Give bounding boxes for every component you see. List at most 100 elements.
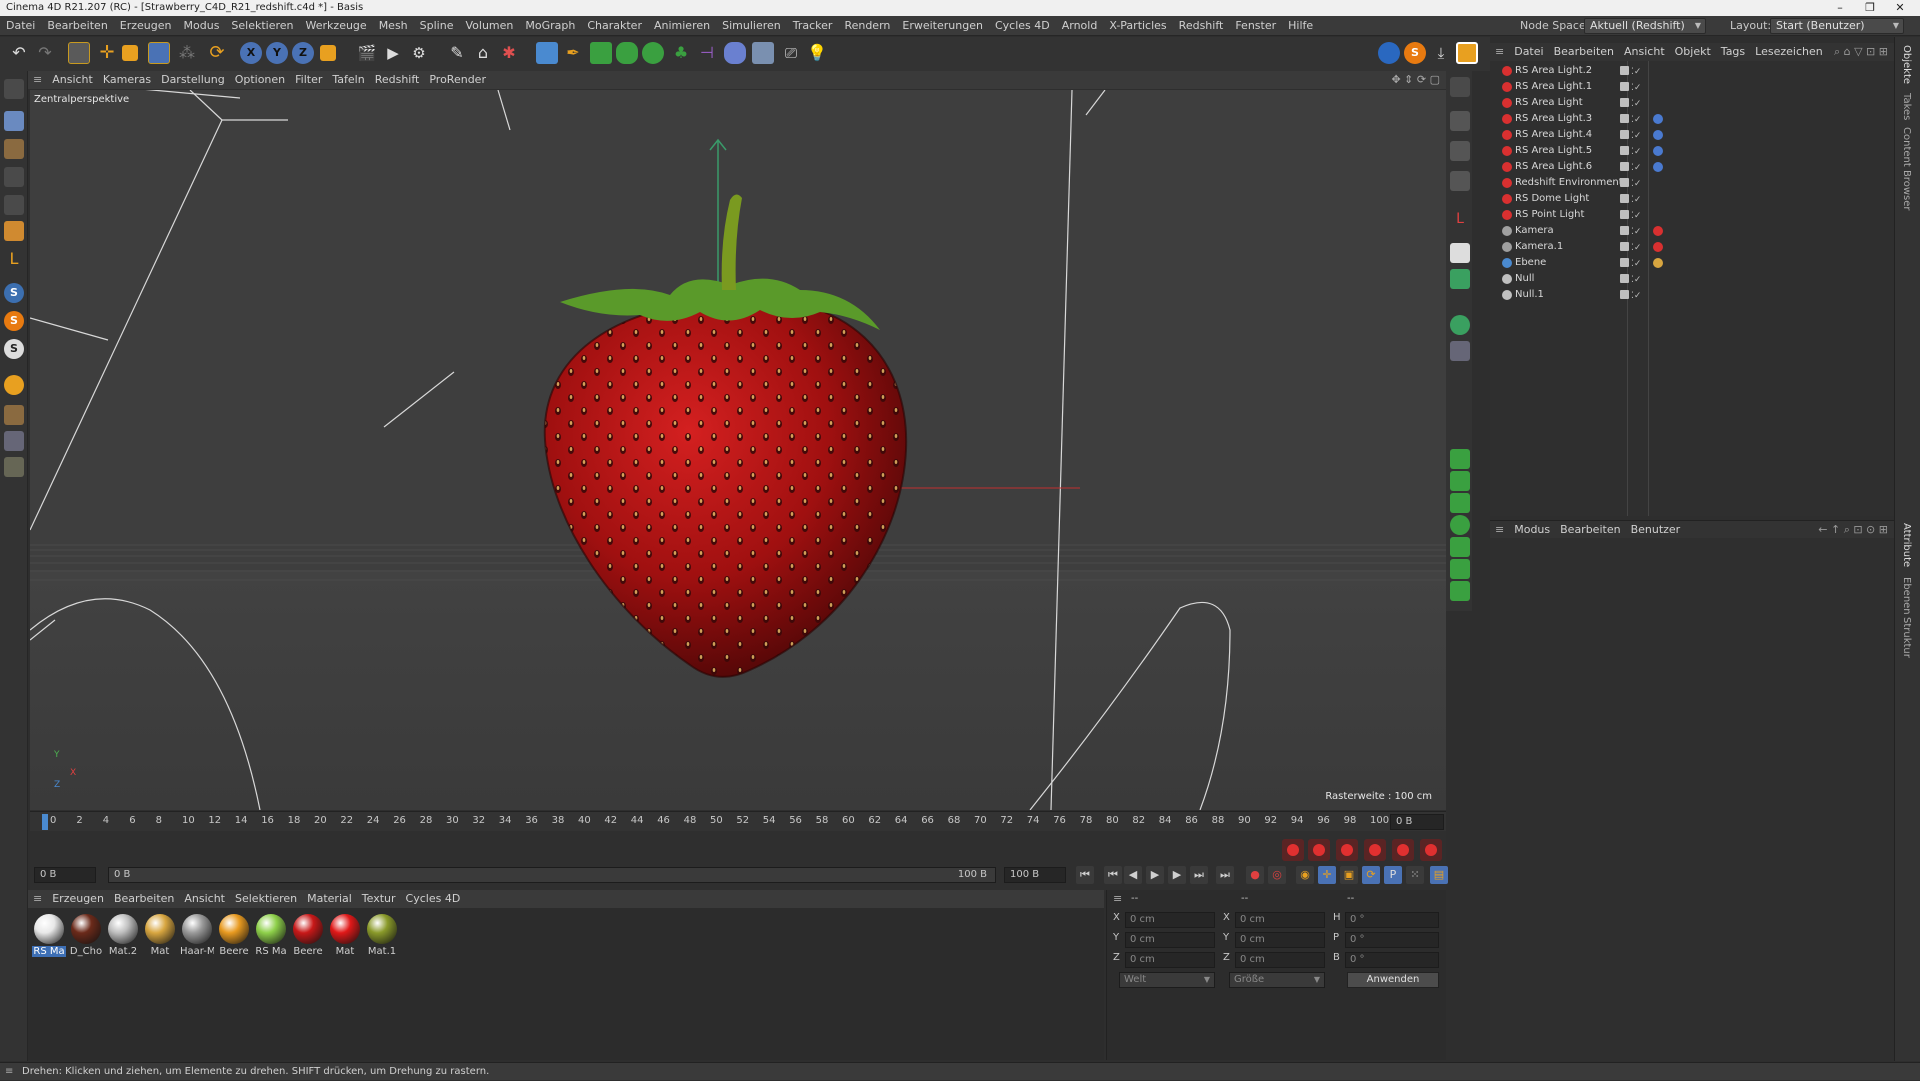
next-frame-icon[interactable]: ▶ [1168,866,1186,884]
autokey-button[interactable] [1308,839,1330,861]
go-to-start-icon[interactable]: ⏮ [1076,866,1094,884]
coord-position-field[interactable]: 0 cm [1125,952,1215,968]
polygons-mode-icon[interactable] [4,221,24,241]
tab-takes[interactable]: Takes [1901,93,1912,120]
end-frame-field[interactable]: 100 B [1004,867,1066,883]
layer-checkbox[interactable] [1620,178,1629,187]
object-row[interactable]: RS Point Light ⁚✓ [1490,207,1894,223]
scale-key-button[interactable] [1392,839,1414,861]
pen-spline-icon[interactable]: ✒ [562,42,584,64]
layer-checkbox[interactable] [1620,290,1629,299]
playhead-marker[interactable] [42,814,48,830]
material-menu-cycles4d[interactable]: Cycles 4D [401,890,466,908]
object-tag-icon[interactable] [1653,130,1663,140]
render-settings-icon[interactable]: ⚙ [408,42,430,64]
model-mode-icon[interactable] [4,111,24,131]
viewport-navigation-icon[interactable]: ✥ ⇕ ⟳ ▢ [1391,71,1440,89]
visibility-toggle-icon[interactable]: ⁚✓ [1631,224,1641,240]
menu-volumen[interactable]: Volumen [459,16,519,36]
layer-checkbox[interactable] [1620,98,1629,107]
layer-checkbox[interactable] [1620,130,1629,139]
play-icon[interactable]: ▶ [1146,866,1164,884]
recent-tools-icon[interactable]: ⟳ [206,42,228,64]
layer-checkbox[interactable] [1620,162,1629,171]
mograph-sphere-icon[interactable] [1450,515,1470,535]
object-tag-icon[interactable] [1653,226,1663,236]
viewport-menu-darstellung[interactable]: Darstellung [156,71,230,89]
object-row[interactable]: Kamera.1 ⁚✓ [1490,239,1894,255]
download-icon[interactable]: ⤓ [1430,42,1452,64]
object-row[interactable]: RS Area Light ⁚✓ [1490,95,1894,111]
object-tag-icon[interactable] [1653,162,1663,172]
apply-button[interactable]: Anwenden [1347,972,1439,988]
sculpt-smooth-icon[interactable] [1450,141,1470,161]
3d-viewport[interactable]: Zentralperspektive Rasterweite : 100 cm … [30,90,1446,810]
hamburger-icon[interactable]: ≡ [1490,43,1509,61]
material-item[interactable]: RS Ma [254,914,288,957]
visibility-toggle-icon[interactable]: ⁚✓ [1631,208,1641,224]
workplane-icon[interactable] [4,405,24,425]
visibility-toggle-icon[interactable]: ⁚✓ [1631,192,1641,208]
visibility-toggle-icon[interactable]: ⁚✓ [1631,288,1641,304]
material-item[interactable]: D_Cho [69,914,103,957]
menu-werkzeuge[interactable]: Werkzeuge [300,16,373,36]
attribute-menu-benutzer[interactable]: Benutzer [1626,521,1686,539]
object-search-icon[interactable]: ⌕ ⌂ ▽ ⊡ ⊞ [1834,43,1888,61]
subdivision-icon[interactable] [590,42,612,64]
start-frame-field[interactable]: 0 B [34,867,96,883]
camera-icon[interactable]: ⎚ [780,42,802,64]
visibility-toggle-icon[interactable]: ⁚✓ [1631,240,1641,256]
menu-rendern[interactable]: Rendern [838,16,896,36]
redshift-s-icon[interactable]: S [1404,42,1426,64]
deformer-icon[interactable]: ⊣ [696,42,718,64]
timeline-settings-icon[interactable]: ▤ [1430,866,1448,884]
menu-xparticles[interactable]: X-Particles [1103,16,1172,36]
material-item[interactable]: Beere [291,914,325,957]
redshift-s-blue-icon[interactable]: S [4,283,24,303]
axis-icon[interactable]: L [1450,211,1470,231]
mograph-tracer-icon[interactable] [1450,581,1470,601]
cube-icon[interactable] [536,42,558,64]
coord-size-field[interactable]: 0 cm [1235,952,1325,968]
menu-arnold[interactable]: Arnold [1056,16,1104,36]
menu-charakter[interactable]: Charakter [581,16,648,36]
object-row[interactable]: RS Dome Light ⁚✓ [1490,191,1894,207]
visibility-toggle-icon[interactable]: ⁚✓ [1631,176,1641,192]
coord-size-field[interactable]: 0 cm [1235,912,1325,928]
attribute-nav-icons[interactable]: ← ↑ ⌕ ⊡ ⊙ ⊞ [1818,521,1888,539]
go-to-end-icon[interactable]: ⏭ [1216,866,1234,884]
axis-x-button[interactable]: X [240,42,262,64]
redshift-s-white-icon[interactable]: S [4,339,24,359]
preview-range-slider[interactable]: 0 B 100 B [108,867,996,883]
object-row[interactable]: Ebene ⁚✓ [1490,255,1894,271]
hamburger-icon[interactable]: ≡ [28,71,47,89]
current-frame-field[interactable]: 0 B [1390,814,1444,830]
prev-key-icon[interactable]: ⏮ [1104,866,1122,884]
viewport-menu-redshift[interactable]: Redshift [370,71,425,89]
material-menu-bearbeiten[interactable]: Bearbeiten [109,890,179,908]
hamburger-icon[interactable]: ≡ [28,890,47,908]
material-item[interactable]: Haar-M [180,914,214,957]
visibility-toggle-icon[interactable]: ⁚✓ [1631,160,1641,176]
menu-animieren[interactable]: Animieren [648,16,716,36]
visibility-toggle-icon[interactable]: ⁚✓ [1631,144,1641,160]
viewport-menu-kameras[interactable]: Kameras [98,71,156,89]
prev-frame-icon[interactable]: ◀ [1124,866,1142,884]
layer-checkbox[interactable] [1620,66,1629,75]
make-editable-icon[interactable] [4,79,24,99]
object-row[interactable]: RS Area Light.2 ⁚✓ [1490,63,1894,79]
record-icon[interactable]: ● [1246,866,1264,884]
sculpt-brush-icon[interactable] [1450,111,1470,131]
visibility-toggle-icon[interactable]: ⁚✓ [1631,80,1641,96]
layer-checkbox[interactable] [1620,258,1629,267]
viewport-menu-ansicht[interactable]: Ansicht [47,71,98,89]
layer-checkbox[interactable] [1620,226,1629,235]
paint-icon[interactable] [1450,77,1470,97]
coord-mode-select[interactable]: Welt ▼ [1119,972,1215,988]
polygon-pen-icon[interactable]: ✎ [446,42,468,64]
array-icon[interactable] [616,42,638,64]
menu-mograph[interactable]: MoGraph [519,16,581,36]
floor-icon[interactable] [752,42,774,64]
character-icon[interactable] [1450,315,1470,335]
visibility-toggle-icon[interactable]: ⁚✓ [1631,128,1641,144]
